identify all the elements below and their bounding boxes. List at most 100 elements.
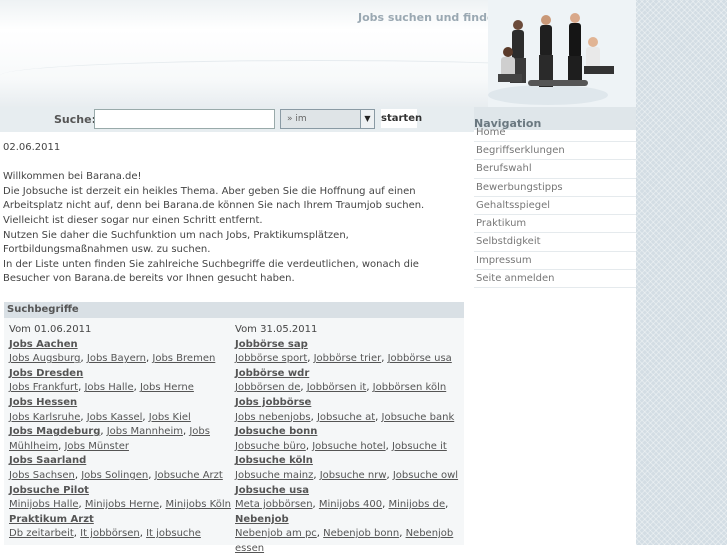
keyword-line: Jobs Hessen <box>9 396 234 411</box>
keyword-link[interactable]: It jobbörsen <box>80 528 140 539</box>
nav-item-home[interactable]: Home <box>474 127 636 142</box>
keyword-line: Jobbörsen de, Jobbörsen it, Jobbörsen kö… <box>235 381 460 396</box>
keyword-link[interactable]: Nebenjob am pc <box>235 528 317 539</box>
keyword-link[interactable]: Jobsuche hotel <box>312 441 385 452</box>
keyword-link[interactable]: Jobs Aachen <box>9 339 78 350</box>
keyword-link[interactable]: Jobsuche büro <box>235 441 306 452</box>
keyword-link[interactable]: Jobs Magdeburg <box>9 426 100 437</box>
keyword-link[interactable]: Jobbörse usa <box>388 353 452 364</box>
keyword-link[interactable]: Jobs Saarland <box>9 455 86 466</box>
keyword-link[interactable]: Jobsuche usa <box>235 485 309 496</box>
keyword-link[interactable]: Jobbörse sap <box>235 339 308 350</box>
keyword-link[interactable]: Jobsuche at <box>317 412 375 423</box>
keyword-link[interactable]: Jobsuche it <box>392 441 447 452</box>
nav-item-selbstdigkeit[interactable]: Selbstdigkeit <box>474 233 636 252</box>
keyword-link[interactable]: Minijobs Halle <box>9 499 79 510</box>
main-content: 02.06.2011 Willkommen bei Barana.de! Die… <box>3 141 465 287</box>
keyword-line: Jobbörse sport, Jobbörse trier, Jobbörse… <box>235 352 460 367</box>
keyword-link[interactable]: Jobs Sachsen <box>9 470 75 481</box>
keyword-link[interactable]: Db zeitarbeit <box>9 528 74 539</box>
keyword-line: Jobs Dresden <box>9 367 234 382</box>
keyword-link[interactable]: Jobs Mannheim <box>107 426 183 437</box>
keyword-link[interactable]: Jobsuche köln <box>235 455 313 466</box>
keyword-link[interactable]: Jobsuche mainz <box>235 470 313 481</box>
keyword-line: Jobs nebenjobs, Jobsuche at, Jobsuche ba… <box>235 411 460 426</box>
nav-item-berufswahl[interactable]: Berufswahl <box>474 160 636 179</box>
search-hint-paragraph: Nutzen Sie daher die Suchfunktion um nac… <box>3 229 349 256</box>
keyword-line: Nebenjob am pc, Nebenjob bonn, Nebenjob … <box>235 527 460 556</box>
keyword-lines: Jobs Aachen Jobs Augsburg, Jobs Bayern, J… <box>9 338 234 542</box>
search-start-button[interactable]: starten <box>381 109 422 128</box>
keyword-link[interactable]: Jobbörse wdr <box>235 368 309 379</box>
keyword-link[interactable]: Nebenjob <box>235 514 289 525</box>
keyword-line: Jobsuche bonn <box>235 425 460 440</box>
keyword-line: Jobbörse wdr <box>235 367 460 382</box>
keyword-link[interactable]: Jobs Solingen <box>81 470 148 481</box>
list-hint-paragraph: In der Liste unten finden Sie zahlreiche… <box>3 258 419 285</box>
keyword-link[interactable]: Minijobs de <box>389 499 446 510</box>
keyword-link[interactable]: Jobbörse sport <box>235 353 307 364</box>
keyword-lines: Jobbörse sap Jobbörse sport, Jobbörse tri… <box>235 338 460 557</box>
keyword-link[interactable]: Jobsuche owl <box>393 470 458 481</box>
keyword-link[interactable]: Nebenjob bonn <box>323 528 399 539</box>
keyword-link[interactable]: Jobsuche Arzt <box>155 470 223 481</box>
keyword-link[interactable]: Meta jobbörsen <box>235 499 313 510</box>
keyword-link[interactable]: Jobs Münster <box>64 441 129 452</box>
keyword-link[interactable]: Jobs Frankfurt <box>9 382 78 393</box>
keyword-link[interactable]: Jobs Dresden <box>9 368 83 379</box>
keyword-link[interactable]: Jobs Kassel <box>87 412 143 423</box>
keyword-link[interactable]: Jobsuche Pilot <box>9 485 89 496</box>
keyword-link[interactable]: Jobs Kiel <box>149 412 191 423</box>
keyword-link[interactable]: Jobs Bayern <box>87 353 146 364</box>
keyword-line: Jobsuche usa <box>235 484 460 499</box>
keyword-link[interactable]: Jobs nebenjobs <box>235 412 311 423</box>
keyword-line: Db zeitarbeit, It jobbörsen, It jobsuche <box>9 527 234 542</box>
keyword-link[interactable]: Jobbörsen köln <box>373 382 447 393</box>
keyword-link[interactable]: Jobs Hessen <box>9 397 77 408</box>
keyword-line: Praktikum Arzt <box>9 513 234 528</box>
header-team-photo <box>488 0 636 107</box>
nav-item-bewerbungstipps[interactable]: Bewerbungstipps <box>474 179 636 197</box>
welcome-text: Willkommen bei Barana.de! <box>3 171 142 183</box>
keyword-link[interactable]: Minijobs 400 <box>319 499 382 510</box>
keyword-link[interactable]: Jobs Bremen <box>152 353 215 364</box>
nav-item-begriffserklungen[interactable]: Begriffserklungen <box>474 142 636 161</box>
keyword-link[interactable]: Jobs jobbörse <box>235 397 311 408</box>
nav-item-gehaltsspiegel[interactable]: Gehaltsspiegel <box>474 197 636 216</box>
keyword-link[interactable]: Jobbörsen de <box>235 382 300 393</box>
keyword-link[interactable]: Jobs Karlsruhe <box>9 412 80 423</box>
keyword-line: Jobsuche mainz, Jobsuche nrw, Jobsuche o… <box>235 469 460 484</box>
column-date-heading: Vom 01.06.2011 <box>9 324 92 335</box>
keyword-link[interactable]: Jobsuche bank <box>382 412 455 423</box>
keyword-link[interactable]: Minijobs Herne <box>85 499 159 510</box>
keyword-line: Jobsuche köln <box>235 454 460 469</box>
keyword-line: Jobs Karlsruhe, Jobs Kassel, Jobs Kiel <box>9 411 234 426</box>
keyword-line: Jobs Frankfurt, Jobs Halle, Jobs Herne <box>9 381 234 396</box>
keyword-link[interactable]: It jobsuche <box>146 528 201 539</box>
side-pattern-strip <box>636 0 727 545</box>
keyword-link[interactable]: Jobbörse trier <box>314 353 382 364</box>
keyword-line: Minijobs Halle, Minijobs Herne, Minijobs… <box>9 498 234 513</box>
keyword-link[interactable]: Jobsuche bonn <box>235 426 317 437</box>
keyword-link[interactable]: Jobbörsen it <box>307 382 367 393</box>
search-label: Suche: <box>54 113 96 126</box>
keyword-link[interactable]: Jobs Herne <box>140 382 194 393</box>
nav-item-seite-anmelden[interactable]: Seite anmelden <box>474 270 636 289</box>
keyword-link[interactable]: Jobs Halle <box>84 382 133 393</box>
nav-item-impressum[interactable]: Impressum <box>474 252 636 271</box>
search-scope-select[interactable]: » im ▼ <box>280 109 375 129</box>
keyword-link[interactable]: Praktikum Arzt <box>9 514 94 525</box>
search-scope-value: » im <box>287 114 307 124</box>
search-input[interactable] <box>94 109 275 129</box>
keywords-title: Suchbegriffe <box>4 302 464 318</box>
keyword-line: Jobs jobbörse <box>235 396 460 411</box>
keyword-link[interactable]: Jobs Augsburg <box>9 353 81 364</box>
dropdown-arrow-icon[interactable]: ▼ <box>360 110 374 128</box>
header-banner: Jobs suchen und finden <box>0 0 636 107</box>
keyword-line: Jobs Aachen <box>9 338 234 353</box>
keyword-line: Meta jobbörsen, Minijobs 400, Minijobs d… <box>235 498 460 527</box>
nav-item-praktikum[interactable]: Praktikum <box>474 215 636 234</box>
keyword-line: Jobs Saarland <box>9 454 234 469</box>
keyword-link[interactable]: Minijobs Köln <box>166 499 231 510</box>
keyword-link[interactable]: Jobsuche nrw <box>320 470 387 481</box>
